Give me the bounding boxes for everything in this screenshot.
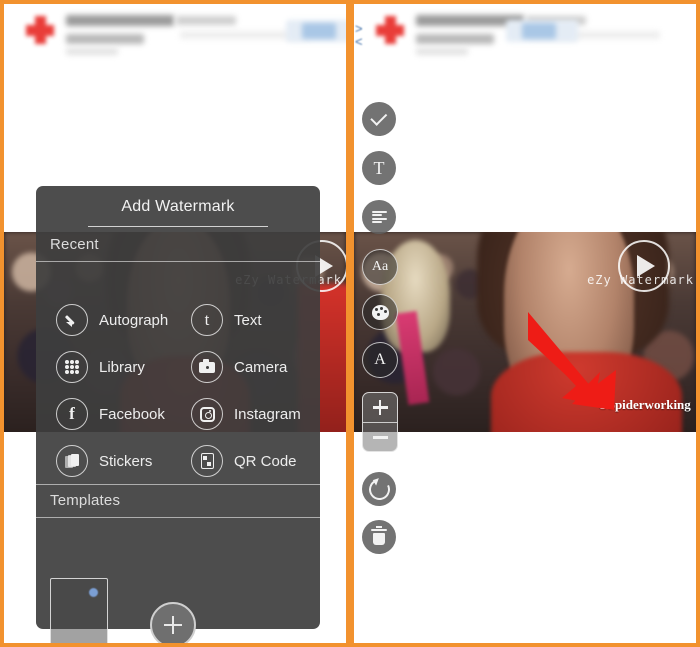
red-cross-icon: [376, 16, 404, 44]
left-panel: eZy Watermark Add Watermark Recent Autog…: [4, 4, 346, 643]
template-badge-icon: [89, 588, 98, 597]
blurred-subtitle-text: [66, 34, 144, 44]
red-cross-icon: [26, 16, 54, 44]
align-lines-icon[interactable]: [362, 200, 396, 234]
right-photo: eZy Watermark ©Spiderworking: [354, 232, 696, 432]
templates-section-label: Templates: [50, 492, 121, 509]
blurred-title-text-2: [176, 16, 236, 25]
ezy-watermark-text: eZy Watermark: [587, 273, 694, 287]
undo-icon[interactable]: [362, 472, 396, 506]
title-divider: [88, 226, 268, 227]
recent-divider: [36, 261, 320, 262]
add-watermark-button[interactable]: [150, 602, 196, 643]
option-text-label: Text: [234, 311, 262, 329]
font-style-A-icon[interactable]: A: [362, 342, 398, 378]
recent-section-label: Recent: [50, 236, 99, 253]
option-text[interactable]: t Text: [191, 304, 262, 336]
instagram-icon: [191, 398, 223, 430]
zoom-stepper[interactable]: [362, 392, 398, 452]
option-autograph-label: Autograph: [99, 311, 169, 329]
option-library[interactable]: Library: [56, 351, 145, 383]
zoom-out-button[interactable]: [363, 423, 397, 451]
blurred-caption-text: [416, 48, 468, 55]
text-t-icon: t: [191, 304, 223, 336]
confirm-check-icon[interactable]: [362, 102, 396, 136]
panel-divider: [346, 4, 354, 643]
right-header-action-button[interactable]: [506, 20, 578, 42]
option-autograph[interactable]: Autograph: [56, 304, 168, 336]
option-facebook-label: Facebook: [99, 405, 165, 423]
left-app-header: [4, 4, 346, 60]
option-camera[interactable]: Camera: [191, 351, 287, 383]
option-instagram[interactable]: Instagram: [191, 398, 301, 430]
option-facebook[interactable]: f Facebook: [56, 398, 165, 430]
option-qr-code-label: QR Code: [234, 452, 297, 470]
sheet-title: Add Watermark: [121, 198, 235, 215]
left-header-action-button[interactable]: [286, 20, 346, 42]
add-watermark-sheet: Add Watermark Recent Autograph t Text Li…: [36, 186, 320, 643]
zoom-in-button[interactable]: [363, 393, 397, 422]
applied-watermark-text: ©Spiderworking: [598, 397, 691, 412]
templates-top-divider: [36, 484, 320, 485]
grid-dots-icon: [56, 351, 88, 383]
option-library-label: Library: [99, 358, 145, 376]
blurred-caption-text: [66, 48, 118, 55]
facebook-icon: f: [56, 398, 88, 430]
text-tool-icon[interactable]: T: [362, 151, 396, 185]
color-palette-icon[interactable]: [362, 294, 398, 330]
option-camera-label: Camera: [234, 358, 288, 376]
right-panel: > < eZy Watermark ©Spiderworking T Aa A: [354, 4, 696, 643]
camera-icon: [191, 351, 223, 383]
option-stickers[interactable]: Stickers: [56, 445, 152, 477]
pen-icon: [56, 304, 88, 336]
qr-code-icon: [191, 445, 223, 477]
template-thumbnail[interactable]: [50, 578, 108, 643]
blurred-subtitle-text: [416, 34, 494, 44]
option-qr-code[interactable]: QR Code: [191, 445, 297, 477]
chevron-marks-icon: > <: [355, 21, 363, 49]
screenshot-frame: eZy Watermark Add Watermark Recent Autog…: [0, 0, 700, 647]
option-stickers-label: Stickers: [99, 452, 153, 470]
trash-icon[interactable]: [362, 520, 396, 554]
blurred-title-text: [66, 15, 174, 26]
font-size-Aa-icon[interactable]: Aa: [362, 249, 398, 285]
stickers-icon: [56, 445, 88, 477]
right-app-header: > <: [354, 4, 696, 60]
templates-divider: [36, 517, 320, 518]
option-instagram-label: Instagram: [234, 405, 301, 423]
